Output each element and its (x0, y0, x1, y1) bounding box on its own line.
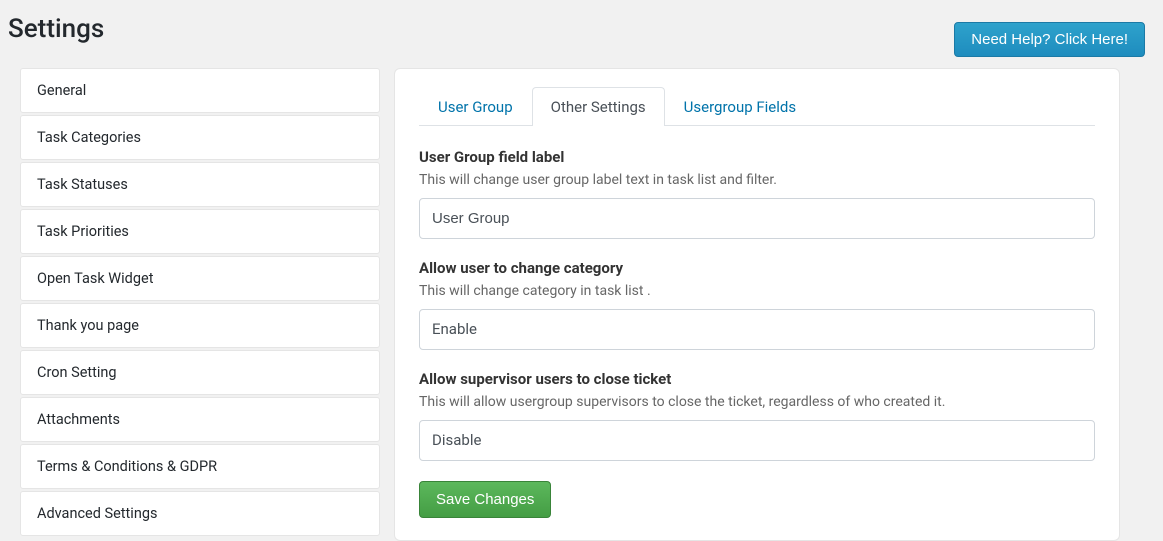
help-button[interactable]: Need Help? Click Here! (954, 22, 1145, 57)
tab-user-group[interactable]: User Group (419, 87, 532, 126)
sidebar-item-advanced-settings[interactable]: Advanced Settings (20, 491, 380, 536)
save-button[interactable]: Save Changes (419, 481, 551, 518)
desc-user-group-label: This will change user group label text i… (419, 172, 1095, 188)
sidebar-item-task-categories[interactable]: Task Categories (20, 115, 380, 160)
field-allow-change-category: Allow user to change category This will … (419, 259, 1095, 350)
field-user-group-label: User Group field label This will change … (419, 148, 1095, 239)
sidebar-item-task-priorities[interactable]: Task Priorities (20, 209, 380, 254)
sidebar-item-terms-gdpr[interactable]: Terms & Conditions & GDPR (20, 444, 380, 489)
select-allow-supervisor-close[interactable]: Disable (419, 420, 1095, 461)
field-allow-supervisor-close: Allow supervisor users to close ticket T… (419, 370, 1095, 461)
label-user-group-label: User Group field label (419, 148, 1095, 166)
label-allow-change-category: Allow user to change category (419, 259, 1095, 277)
sidebar-item-cron-setting[interactable]: Cron Setting (20, 350, 380, 395)
layout: General Task Categories Task Statuses Ta… (0, 68, 1163, 541)
sidebar-item-thank-you-page[interactable]: Thank you page (20, 303, 380, 348)
main-panel: User Group Other Settings Usergroup Fiel… (394, 68, 1120, 541)
label-allow-supervisor-close: Allow supervisor users to close ticket (419, 370, 1095, 388)
tabs: User Group Other Settings Usergroup Fiel… (419, 87, 1095, 126)
tab-usergroup-fields[interactable]: Usergroup Fields (665, 87, 815, 126)
desc-allow-change-category: This will change category in task list . (419, 283, 1095, 299)
sidebar-item-open-task-widget[interactable]: Open Task Widget (20, 256, 380, 301)
sidebar-item-attachments[interactable]: Attachments (20, 397, 380, 442)
sidebar: General Task Categories Task Statuses Ta… (20, 68, 380, 541)
sidebar-item-general[interactable]: General (20, 68, 380, 113)
input-user-group-label[interactable] (419, 198, 1095, 239)
desc-allow-supervisor-close: This will allow usergroup supervisors to… (419, 394, 1095, 410)
tab-other-settings[interactable]: Other Settings (532, 87, 665, 126)
sidebar-item-task-statuses[interactable]: Task Statuses (20, 162, 380, 207)
select-allow-change-category[interactable]: Enable (419, 309, 1095, 350)
